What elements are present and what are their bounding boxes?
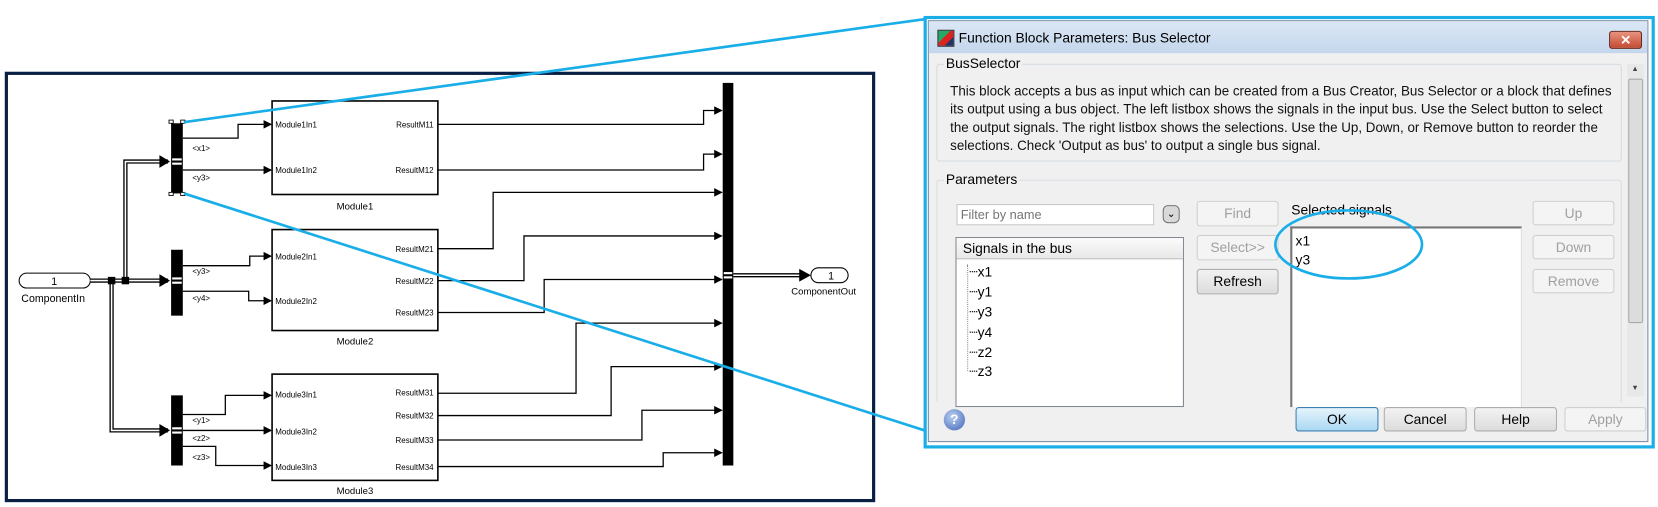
help-button[interactable]: Help xyxy=(1474,407,1558,432)
scroll-down-icon[interactable]: ▼ xyxy=(1631,385,1638,392)
module1-block[interactable]: Module1In1 Module1In2 ResultM11 ResultM1… xyxy=(271,100,439,212)
cancel-button[interactable]: Cancel xyxy=(1383,407,1467,432)
inport-number: 1 xyxy=(51,276,57,288)
output-bus-line xyxy=(733,268,811,282)
outport-label: ComponentOut xyxy=(791,286,856,297)
port-label: ResultM21 xyxy=(396,245,435,254)
parameters-label: Parameters xyxy=(943,171,1020,188)
signals-in-bus-list[interactable]: Signals in the bus ┈x1 ┈y1 ┈y3 ┈y4 ┈z2 ┈… xyxy=(955,237,1184,408)
port-label: ResultM34 xyxy=(396,463,435,472)
filter-options-icon[interactable]: ⌄ xyxy=(1162,205,1180,224)
port-label: Module2In1 xyxy=(275,252,317,261)
module-name: Module2 xyxy=(337,336,374,347)
component-in-port[interactable]: 1 ComponentIn xyxy=(18,272,91,305)
port-label: ResultM12 xyxy=(396,166,435,175)
signals-header: Signals in the bus xyxy=(956,238,1183,260)
signal-lines xyxy=(182,106,723,470)
selected-item-x1[interactable]: x1 xyxy=(1296,233,1311,249)
ok-button[interactable]: OK xyxy=(1295,407,1379,432)
port-label: Module2In2 xyxy=(275,297,317,306)
help-question-icon[interactable]: ? xyxy=(943,409,966,431)
port-label: Module3In1 xyxy=(275,390,317,399)
simulink-app-icon xyxy=(937,29,955,47)
scrollbar-thumb[interactable] xyxy=(1628,78,1644,324)
port-label: Module3In3 xyxy=(275,463,317,472)
port-label: Module3In2 xyxy=(275,428,317,437)
down-button[interactable]: Down xyxy=(1532,234,1615,260)
scroll-up-icon[interactable]: ▲ xyxy=(1631,66,1638,73)
signal-item-z3[interactable]: ┈z3 xyxy=(969,363,992,380)
port-label: Module1In2 xyxy=(275,166,317,175)
module-name: Module1 xyxy=(337,201,374,212)
dialog-title: Function Block Parameters: Bus Selector xyxy=(958,29,1211,46)
input-bus-lines xyxy=(90,155,171,437)
apply-button[interactable]: Apply xyxy=(1564,407,1647,432)
selected-signals-label: Selected signals xyxy=(1291,201,1392,218)
signal-item-z2[interactable]: ┈z2 xyxy=(969,344,992,361)
vertical-scrollbar[interactable]: ▲ ▼ xyxy=(1627,63,1645,397)
diagram-frame xyxy=(4,71,876,503)
port-label: Module1In1 xyxy=(275,121,317,130)
module-name: Module3 xyxy=(337,486,374,497)
filter-input[interactable] xyxy=(956,204,1155,226)
signal-item-x1[interactable]: ┈x1 xyxy=(969,264,992,281)
port-label: ResultM11 xyxy=(396,121,434,130)
close-button[interactable]: ✕ xyxy=(1609,30,1643,49)
module3-block[interactable]: Module3In1 Module3In2 Module3In3 ResultM… xyxy=(271,373,439,497)
signal-item-y4[interactable]: ┈y4 xyxy=(969,324,992,341)
signal-label: <z2> xyxy=(192,434,210,443)
signal-label: <y3> xyxy=(192,267,210,276)
signal-label: <y3> xyxy=(192,174,210,183)
selected-signals-list[interactable]: x1 y3 xyxy=(1290,226,1522,408)
signal-label: <z3> xyxy=(192,453,210,462)
port-label: ResultM32 xyxy=(396,412,435,421)
refresh-button[interactable]: Refresh xyxy=(1196,268,1279,295)
port-label: ResultM23 xyxy=(396,309,435,318)
title-bar[interactable]: Function Block Parameters: Bus Selector … xyxy=(928,21,1648,54)
find-button[interactable]: Find xyxy=(1196,200,1279,227)
signal-label: <y4> xyxy=(192,294,210,303)
remove-button[interactable]: Remove xyxy=(1532,268,1615,294)
selected-item-y3[interactable]: y3 xyxy=(1296,252,1311,268)
signal-label: <y1> xyxy=(192,416,210,425)
callout-lines xyxy=(183,17,926,432)
port-label: ResultM31 xyxy=(396,388,435,397)
signal-item-y3[interactable]: ┈y3 xyxy=(969,304,992,321)
port-label: ResultM33 xyxy=(396,436,435,445)
block-description: This block accepts a bus as input which … xyxy=(950,83,1612,154)
up-button[interactable]: Up xyxy=(1532,200,1615,226)
bus-selector-3[interactable] xyxy=(171,395,183,466)
port-label: ResultM22 xyxy=(396,277,435,286)
outport-number: 1 xyxy=(828,271,834,283)
select-button[interactable]: Select>> xyxy=(1196,234,1279,261)
block-group-label: BusSelector xyxy=(943,55,1023,72)
inport-label: ComponentIn xyxy=(21,293,85,305)
signal-label: <x1> xyxy=(192,144,210,153)
function-block-parameters-dialog: Function Block Parameters: Bus Selector … xyxy=(927,20,1649,443)
signal-item-y1[interactable]: ┈y1 xyxy=(969,284,992,301)
